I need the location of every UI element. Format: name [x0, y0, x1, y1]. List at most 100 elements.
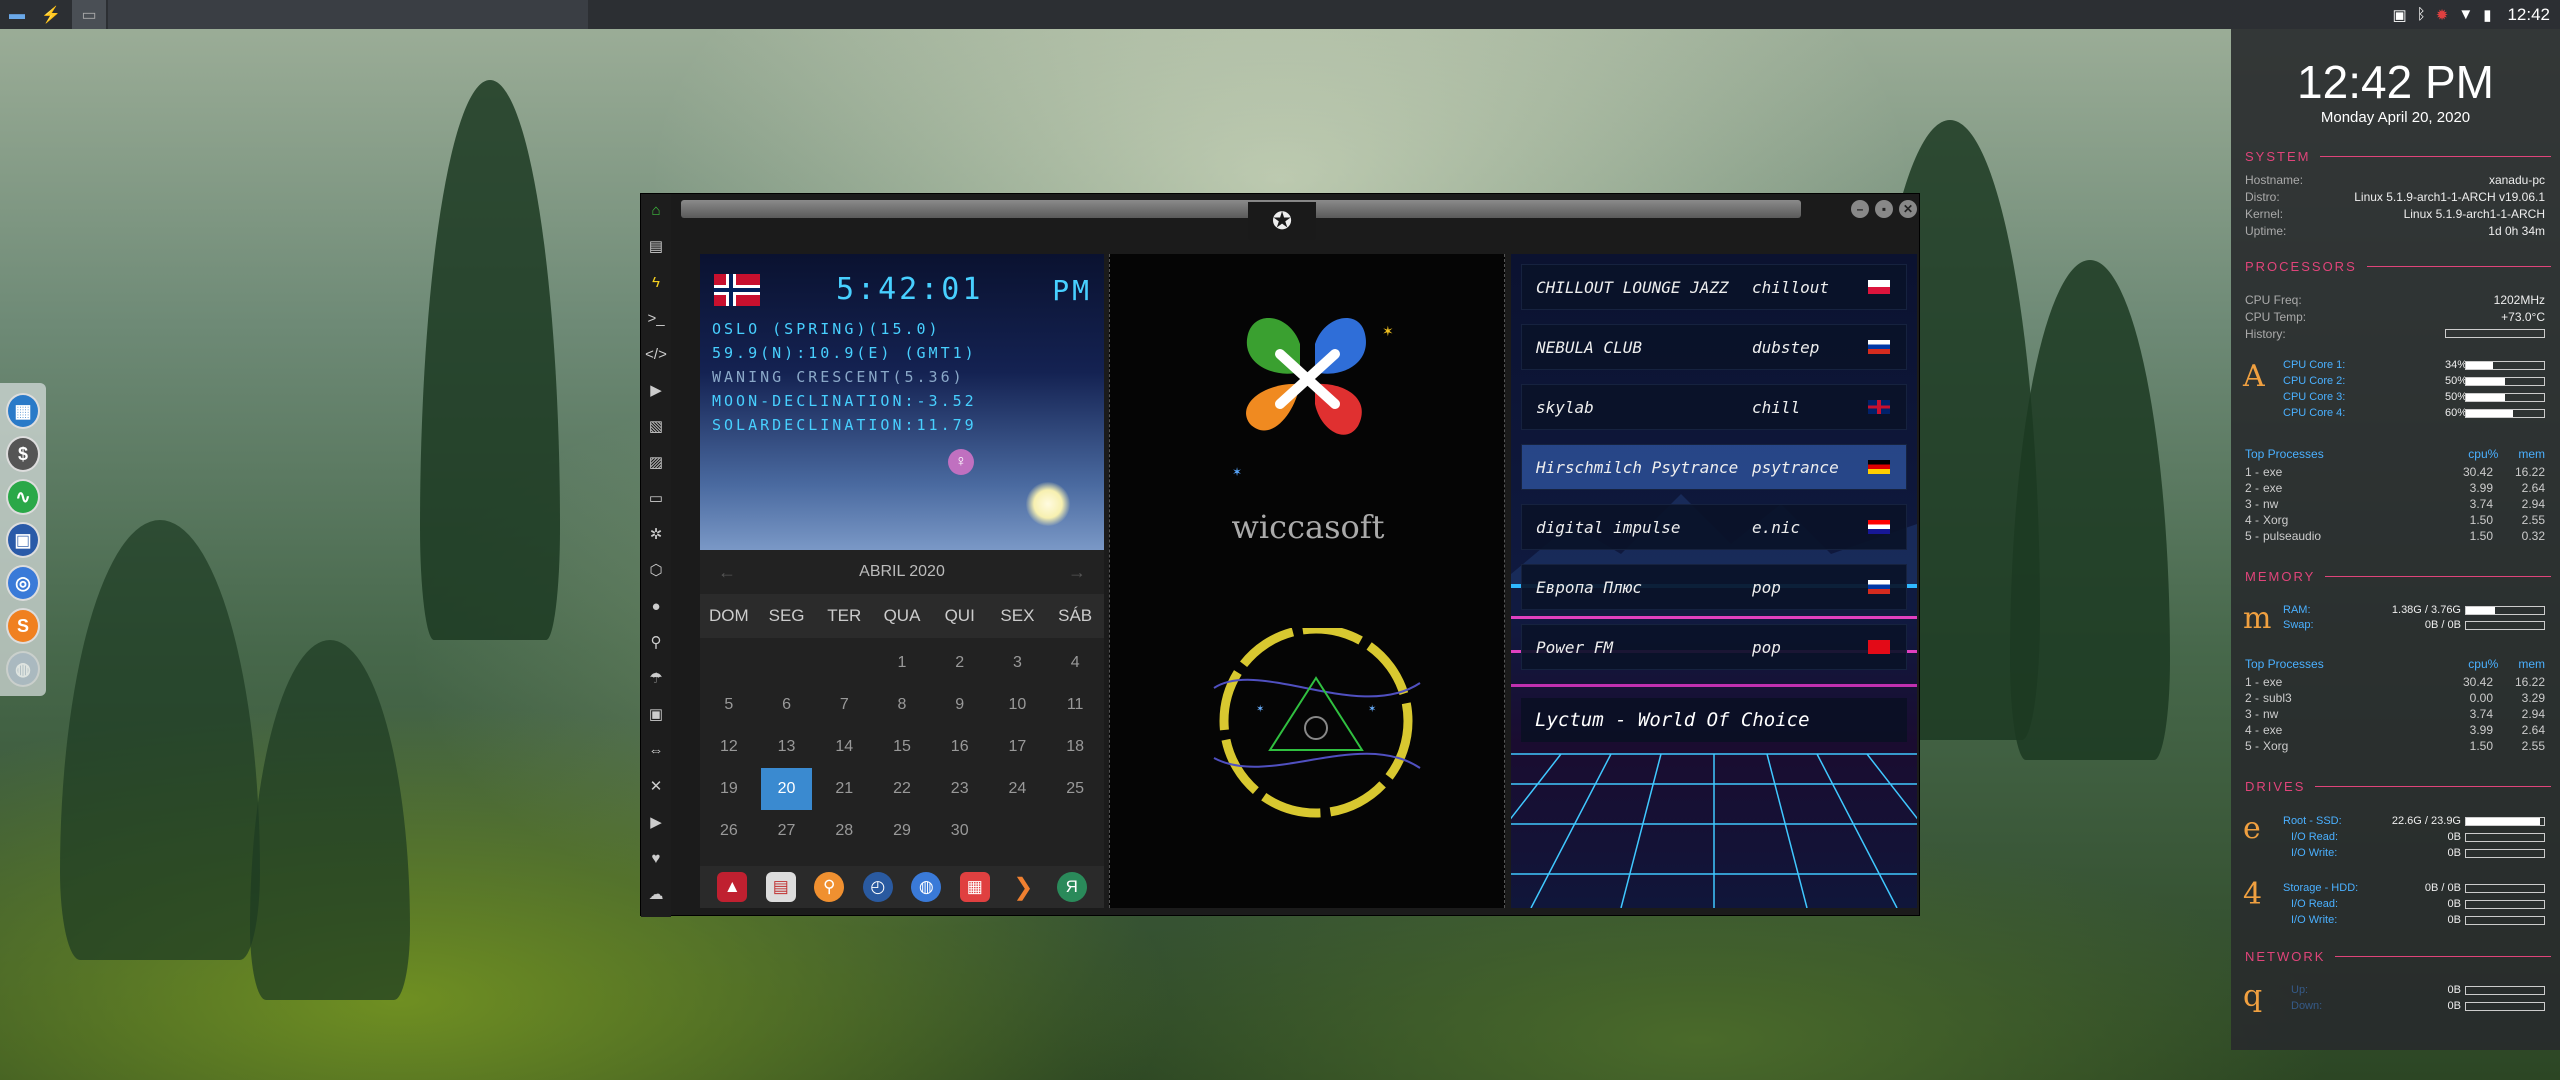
calendar-day[interactable]: 1 [876, 642, 928, 684]
calendar-day[interactable]: 29 [876, 810, 928, 852]
calendar-day[interactable]: 15 [876, 726, 928, 768]
aperture-icon[interactable]: ✲ [650, 524, 663, 546]
sublime-icon[interactable]: ⚡ [34, 0, 68, 29]
process-mem: 2.64 [2521, 723, 2545, 737]
calendar-day[interactable]: 21 [818, 768, 870, 810]
clock-time: 5:42:01 [836, 272, 984, 307]
net-down-label: Down: [2291, 1000, 2323, 1012]
clock-app-icon[interactable]: ◴ [862, 872, 893, 902]
radio-station-row[interactable]: CHILLOUT LOUNGE JAZZ chillout [1521, 264, 1907, 310]
play-icon[interactable]: ▶ [650, 380, 662, 402]
cloud-icon[interactable]: ☁ [649, 884, 664, 906]
money-app-icon[interactable]: $ [6, 436, 40, 472]
browser-app-icon[interactable]: ◍ [911, 872, 942, 902]
calendar-day[interactable]: 30 [934, 810, 986, 852]
code-icon[interactable]: </> [645, 344, 667, 366]
bolt-icon[interactable]: ϟ [652, 272, 660, 294]
calendar-day[interactable]: 23 [934, 768, 986, 810]
radio-station-row[interactable]: digital impulse e.nic [1521, 504, 1907, 550]
calendar-day[interactable]: 25 [1049, 768, 1101, 810]
wifi-icon[interactable]: ▼ [2458, 6, 2473, 23]
calendar-day[interactable]: 6 [761, 684, 813, 726]
radio-station-row[interactable]: skylab chill [1521, 384, 1907, 430]
maximize-button[interactable]: ▪ [1875, 200, 1893, 218]
expand-icon[interactable]: ✕ [650, 776, 663, 798]
calendar-day[interactable]: 5 [703, 684, 755, 726]
screenshot-tray-icon[interactable]: ▣ [2393, 6, 2407, 24]
calendar-day[interactable]: 12 [703, 726, 755, 768]
rebel-alliance-icon: ✪ [1248, 202, 1316, 240]
calendar-day[interactable]: 8 [876, 684, 928, 726]
calendar-day[interactable]: 28 [818, 810, 870, 852]
radio-station-row[interactable]: Европа Плюс pop [1521, 564, 1907, 610]
russia-flag-icon [1868, 340, 1890, 354]
heart-icon[interactable]: ♥ [652, 848, 661, 870]
user-card-icon[interactable]: ▣ [649, 704, 663, 726]
calendar-day[interactable]: 10 [992, 684, 1044, 726]
globe-icon[interactable]: ◍ [6, 651, 40, 687]
search-app-icon[interactable]: ⚲ [814, 872, 845, 902]
sublime-s-icon[interactable]: S [6, 608, 40, 644]
yandex-app-icon[interactable]: Я [1056, 872, 1087, 902]
clock-calendar-panel: 5:42:01 PM OSLO (SPRING)(15.0) 59.9(N):1… [700, 254, 1104, 908]
screenshot-app-icon[interactable]: ▣ [6, 522, 40, 558]
hdd-value: 0B / 0B [2424, 882, 2461, 894]
calendar-day[interactable]: 16 [934, 726, 986, 768]
cpu-header: cpu% [2468, 447, 2499, 461]
cpu-core-label: CPU Core 3: [2283, 391, 2346, 403]
calendar-day[interactable]: 22 [876, 768, 928, 810]
calendar-day[interactable]: 19 [703, 768, 755, 810]
umbrella-icon[interactable]: ☂ [649, 668, 662, 690]
process-mem: 16.22 [2514, 465, 2545, 479]
calendar-day[interactable]: 4 [1049, 642, 1101, 684]
calendar-day[interactable]: 24 [992, 768, 1044, 810]
calendar-day[interactable]: 14 [818, 726, 870, 768]
arrow-app-icon[interactable]: ❯ [1008, 872, 1038, 902]
calendar-day[interactable]: 9 [934, 684, 986, 726]
minimize-button[interactable]: – [1851, 200, 1869, 218]
calendar-day[interactable]: 17 [992, 726, 1044, 768]
exchange-icon[interactable]: ⇔ [649, 740, 664, 762]
battery-icon[interactable]: ▮ [2483, 6, 2491, 24]
home-icon[interactable]: ⌂ [651, 200, 660, 222]
calendar-app-icon[interactable]: ▦ [6, 393, 40, 429]
calendar-day[interactable]: 20 [760, 768, 813, 810]
activity-app-icon[interactable]: ∿ [6, 479, 40, 515]
bluetooth-icon[interactable]: ᛒ [2417, 6, 2426, 23]
news-app-icon[interactable]: ▤ [765, 872, 796, 902]
radio-station-row[interactable]: Power FM pop [1521, 624, 1907, 670]
terminal-icon[interactable]: >_ [647, 308, 664, 330]
task-list[interactable] [108, 0, 588, 29]
net-up-value: 0B [2447, 984, 2461, 996]
calendar-app-icon[interactable]: ▦ [959, 872, 990, 902]
calendar-day[interactable]: 27 [761, 810, 813, 852]
triangle-app-icon[interactable]: ▲ [717, 872, 748, 902]
card-icon[interactable]: ▭ [649, 488, 663, 510]
image-icon[interactable]: ▨ [649, 452, 663, 474]
next-month-button[interactable]: → [1068, 562, 1086, 583]
youtube-icon[interactable]: ▶ [650, 812, 662, 834]
radio-station-row[interactable]: Hirschmilch Psytrance psytrance [1521, 444, 1907, 490]
bug-alert-icon[interactable]: ✹ [2436, 6, 2449, 24]
tray-clock[interactable]: 12:42 [2507, 5, 2550, 25]
calendar-day[interactable]: 26 [703, 810, 755, 852]
window-icon[interactable]: ▭ [72, 0, 106, 29]
prev-month-button[interactable]: ← [718, 562, 736, 583]
files-icon[interactable]: ▬ [0, 0, 34, 29]
close-button[interactable]: ✕ [1899, 200, 1917, 218]
title-bar[interactable]: ✪ – ▪ ✕ [681, 194, 1921, 254]
chrome-icon[interactable]: ◎ [6, 565, 40, 601]
search-icon[interactable]: ⚲ [651, 632, 662, 654]
calendar-day[interactable]: 3 [992, 642, 1044, 684]
ssd-glyph: e [2243, 811, 2261, 846]
calendar-day[interactable]: 7 [818, 684, 870, 726]
document-icon[interactable]: ▤ [649, 236, 663, 258]
radio-station-row[interactable]: NEBULA CLUB dubstep [1521, 324, 1907, 370]
hexagon-icon[interactable]: ⬡ [649, 560, 662, 582]
calendar-day[interactable]: 2 [934, 642, 986, 684]
translate-icon[interactable]: ▧ [649, 416, 663, 438]
world-icon[interactable]: ● [651, 596, 660, 618]
calendar-day[interactable]: 11 [1049, 684, 1101, 726]
calendar-day[interactable]: 13 [761, 726, 813, 768]
calendar-day[interactable]: 18 [1049, 726, 1101, 768]
